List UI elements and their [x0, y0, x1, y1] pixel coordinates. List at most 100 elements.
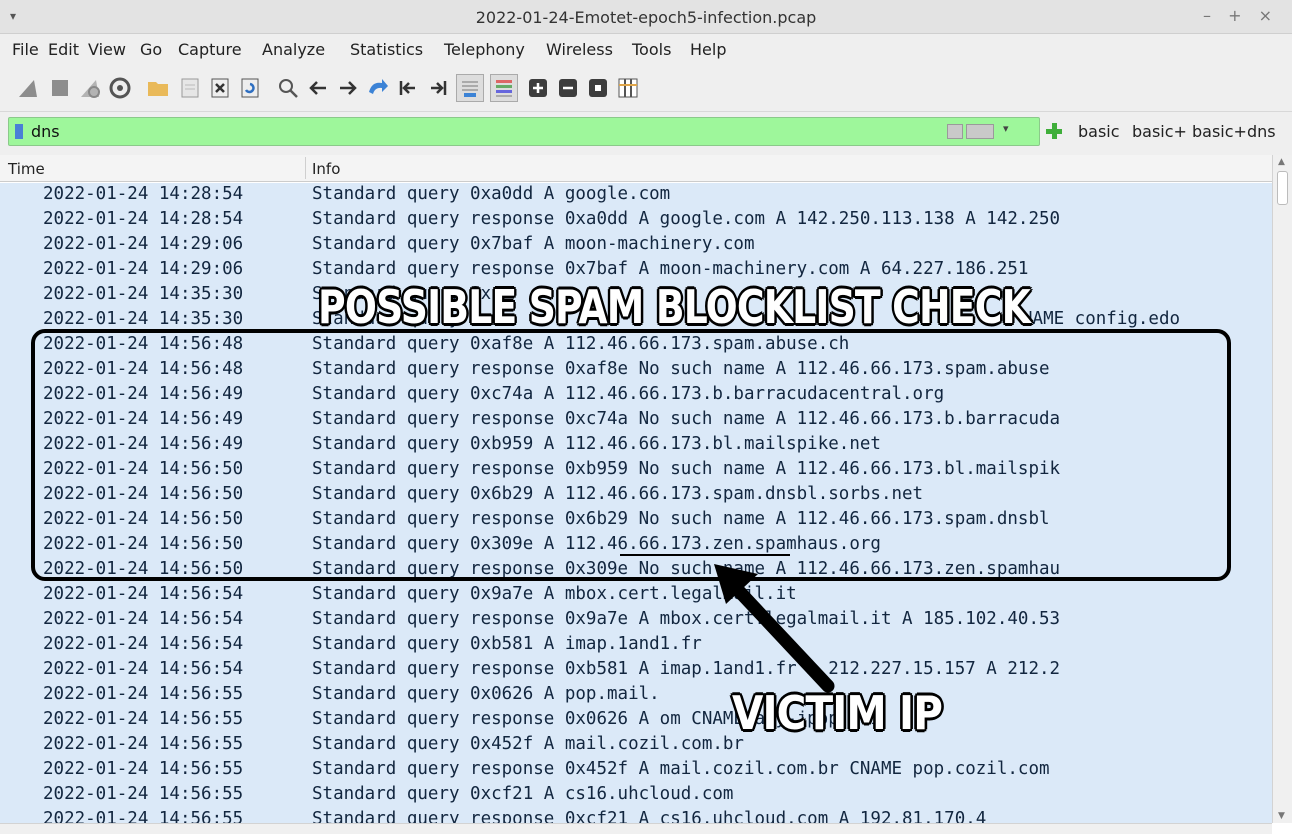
row-info-tail: NAME config.edo	[1022, 309, 1181, 329]
go-back-icon[interactable]	[304, 74, 332, 102]
window-controls[interactable]: – + ×	[1203, 6, 1278, 25]
table-row[interactable]: 2022-01-24 14:56:55 Standard query respon…	[0, 708, 1220, 733]
save-file-icon[interactable]	[176, 74, 204, 102]
filter-button-basic-dns[interactable]: basic+dns	[1192, 122, 1276, 141]
victim-ip-underline	[620, 554, 790, 556]
find-packet-icon[interactable]	[274, 74, 302, 102]
normal-size-icon[interactable]	[584, 74, 612, 102]
row-time: 2022-01-24 14:56:55	[43, 684, 244, 704]
scrollbar-thumb[interactable]	[1277, 171, 1288, 205]
title-bar: ▾ 2022-01-24-Emotet-epoch5-infection.pca…	[0, 0, 1292, 34]
row-time: 2022-01-24 14:56:55	[43, 809, 244, 823]
menu-capture[interactable]: Capture	[178, 40, 242, 59]
row-time: 2022-01-24 14:29:06	[43, 259, 244, 279]
row-info: Standard query response 0x452f A mail.co…	[312, 759, 1050, 779]
table-row[interactable]: 2022-01-24 14:56:55 Standard query respon…	[0, 758, 1220, 783]
menu-bar: File Edit View Go Capture Analyze Statis…	[0, 34, 1292, 66]
row-time: 2022-01-24 14:56:55	[43, 784, 244, 804]
row-info: Standard query 0x7baf A moon-machinery.c…	[312, 234, 755, 254]
row-info: Standard query 0xcf21 A cs16.uhcloud.com	[312, 784, 734, 804]
scroll-down-icon[interactable]: ▼	[1278, 811, 1285, 821]
row-time: 2022-01-24 14:28:54	[43, 184, 244, 204]
row-time: 2022-01-24 14:28:54	[43, 209, 244, 229]
row-time: 2022-01-24 14:56:54	[43, 659, 244, 679]
table-row[interactable]: 2022-01-24 14:56:54 Standard query respon…	[0, 658, 1220, 683]
display-filter-field[interactable]: ▾	[8, 117, 1040, 146]
clear-filter-icon[interactable]	[947, 124, 963, 139]
table-row[interactable]: 2022-01-24 14:56:55 Standard query 0xcf21…	[0, 783, 1220, 808]
menu-tools[interactable]: Tools	[632, 40, 671, 59]
row-info: Standard query 0x452f A mail.cozil.com.b…	[312, 734, 744, 754]
row-info: Standard query 0xa0dd A google.com	[312, 184, 671, 204]
row-time: 2022-01-24 14:56:55	[43, 759, 244, 779]
horizontal-scrollbar[interactable]	[0, 823, 1272, 834]
shark-fin-start-icon[interactable]	[14, 74, 42, 102]
table-row[interactable]: 2022-01-24 14:29:06 Standard query 0x7baf…	[0, 233, 1220, 258]
autoscroll-icon[interactable]	[456, 74, 484, 102]
display-filter-bar: ▾ basic basic+ basic+dns	[0, 112, 1292, 152]
last-packet-icon[interactable]	[424, 74, 452, 102]
table-row[interactable]: 2022-01-24 14:28:54 Standard query 0xa0dd…	[0, 183, 1220, 208]
reload-file-icon[interactable]	[236, 74, 264, 102]
first-packet-icon[interactable]	[394, 74, 422, 102]
window-title: 2022-01-24-Emotet-epoch5-infection.pcap	[475, 8, 817, 27]
filter-history-chevron-icon[interactable]: ▾	[1003, 122, 1009, 135]
row-time: 2022-01-24 14:56:55	[43, 734, 244, 754]
menu-edit[interactable]: Edit	[48, 40, 79, 59]
row-info: Standard query response 0x9a7e A mbox.ce…	[312, 609, 1061, 629]
close-file-icon[interactable]	[206, 74, 234, 102]
capture-options-icon[interactable]	[106, 74, 134, 102]
row-time: 2022-01-24 14:35:30	[43, 284, 244, 304]
row-time: 2022-01-24 14:35:30	[43, 309, 244, 329]
row-info: Standard query response 0xcf21 A cs16.uh…	[312, 809, 987, 823]
menu-wireless[interactable]: Wireless	[546, 40, 613, 59]
zoom-in-icon[interactable]	[524, 74, 552, 102]
table-row[interactable]: 2022-01-24 14:56:54 Standard query 0x9a7e…	[0, 583, 1220, 608]
packet-list-header: Time Info	[0, 155, 1272, 182]
go-forward-icon[interactable]	[334, 74, 362, 102]
menu-statistics[interactable]: Statistics	[350, 40, 423, 59]
row-info: Standard query response 0xa0dd A google.…	[312, 209, 1061, 229]
go-to-packet-icon[interactable]	[364, 74, 392, 102]
vertical-scrollbar[interactable]: ▲ ▼	[1272, 155, 1292, 823]
row-info: Standard query 0xb581 A imap.1and1.fr	[312, 634, 702, 654]
row-info: Standard query response 0x7baf A moon-ma…	[312, 259, 1029, 279]
restart-capture-icon[interactable]	[76, 74, 104, 102]
resize-columns-icon[interactable]	[614, 74, 642, 102]
apply-filter-icon[interactable]	[966, 124, 994, 139]
row-info: Standard query 0x0626 A pop.mail.	[312, 684, 660, 704]
zoom-out-icon[interactable]	[554, 74, 582, 102]
annotation-victim-ip: VICTIM IP	[732, 686, 943, 740]
menu-file[interactable]: File	[12, 40, 39, 59]
row-time: 2022-01-24 14:56:55	[43, 709, 244, 729]
table-row[interactable]: 2022-01-24 14:56:54 Standard query respon…	[0, 608, 1220, 633]
table-row[interactable]: 2022-01-24 14:56:55 Standard query 0x0626…	[0, 683, 1220, 708]
filter-button-basic-plus[interactable]: basic+	[1132, 122, 1187, 141]
row-info: Standard query response 0xb581 A imap.1a…	[312, 659, 1061, 679]
stop-capture-icon[interactable]	[46, 74, 74, 102]
menu-help[interactable]: Help	[690, 40, 726, 59]
main-toolbar	[0, 66, 1292, 112]
table-row[interactable]: 2022-01-24 14:28:54 Standard query respon…	[0, 208, 1220, 233]
column-header-info[interactable]: Info	[312, 160, 340, 178]
row-time: 2022-01-24 14:29:06	[43, 234, 244, 254]
display-filter-input[interactable]	[31, 120, 931, 143]
filter-button-basic[interactable]: basic	[1078, 122, 1120, 141]
menu-telephony[interactable]: Telephony	[444, 40, 525, 59]
table-row[interactable]: 2022-01-24 14:56:55 Standard query respon…	[0, 808, 1220, 823]
menu-view[interactable]: View	[88, 40, 126, 59]
open-folder-icon[interactable]	[144, 74, 172, 102]
bookmark-icon[interactable]	[15, 124, 23, 139]
row-time: 2022-01-24 14:56:54	[43, 634, 244, 654]
annotation-headline: POSSIBLE SPAM BLOCKLIST CHECK	[318, 280, 1031, 334]
row-time: 2022-01-24 14:56:54	[43, 584, 244, 604]
menu-go[interactable]: Go	[140, 40, 162, 59]
colorize-icon[interactable]	[490, 74, 518, 102]
table-row[interactable]: 2022-01-24 14:56:54 Standard query 0xb581…	[0, 633, 1220, 658]
blocklist-highlight-box	[31, 329, 1231, 581]
table-row[interactable]: 2022-01-24 14:56:55 Standard query 0x452f…	[0, 733, 1220, 758]
menu-analyze[interactable]: Analyze	[262, 40, 325, 59]
column-header-time[interactable]: Time	[8, 160, 45, 178]
add-filter-button-icon[interactable]	[1046, 123, 1062, 139]
scroll-up-icon[interactable]: ▲	[1278, 157, 1285, 167]
